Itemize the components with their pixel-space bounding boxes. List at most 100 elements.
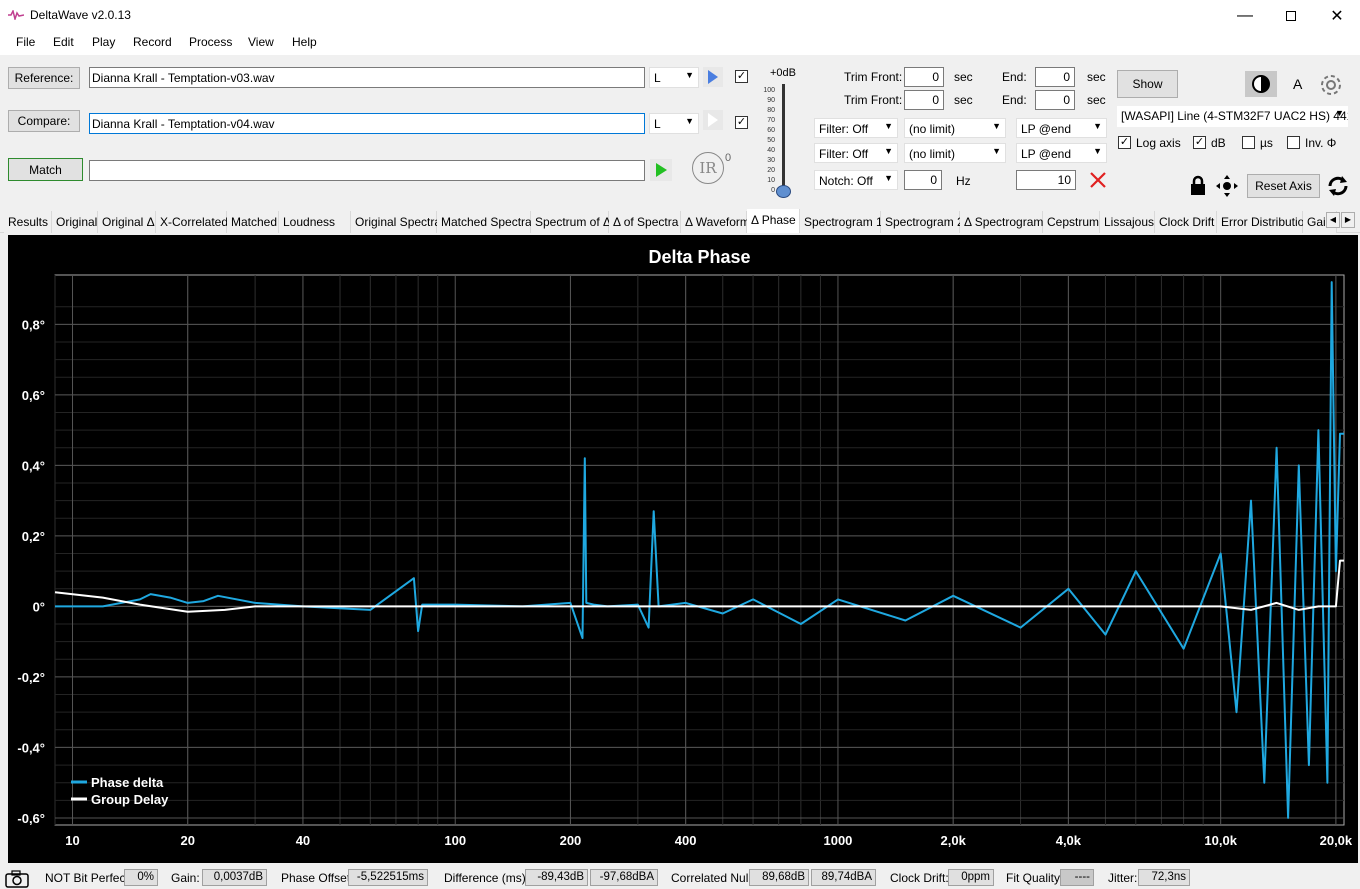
- notch-frequency-input[interactable]: 0: [904, 170, 942, 190]
- correlated-null-db-value: 89,68dB: [749, 869, 809, 886]
- clear-filters-icon[interactable]: [1088, 170, 1108, 190]
- tab-item[interactable]: Matched Spectra: [437, 211, 532, 233]
- show-button[interactable]: Show: [1117, 70, 1178, 98]
- tab-item[interactable]: Original Δ: [98, 211, 156, 233]
- tab-item[interactable]: Δ Waveform: [681, 211, 750, 233]
- reset-axis-button[interactable]: Reset Axis: [1247, 174, 1320, 198]
- tab-item[interactable]: Matched: [227, 211, 279, 233]
- chevron-down-icon: ▼: [1093, 146, 1102, 156]
- plot-area[interactable]: 10 20 40 100 200 400 1000 2,0k 4,0k 10,0k 20,0k 0,8…: [8, 235, 1358, 863]
- tab-item[interactable]: Clock Drift: [1155, 211, 1217, 233]
- menu-file[interactable]: File: [16, 35, 35, 49]
- ir-button[interactable]: IR: [692, 152, 724, 184]
- log-axis-checkbox[interactable]: ✓: [1118, 136, 1131, 149]
- window-title: DeltaWave v2.0.13: [30, 8, 131, 22]
- pan-move-icon[interactable]: [1214, 173, 1240, 199]
- maximize-button[interactable]: [1268, 0, 1314, 31]
- clock-drift-label: Clock Drift:: [890, 871, 949, 885]
- compare-channel-select[interactable]: L ▼: [649, 113, 699, 134]
- tab-item[interactable]: Cepstrum: [1043, 211, 1100, 233]
- tab-item[interactable]: Loudness: [279, 211, 351, 233]
- tab-scroll-right-button[interactable]: ▶: [1341, 212, 1355, 228]
- x-tick-label: 40: [296, 833, 310, 848]
- match-button[interactable]: Match: [8, 158, 83, 181]
- fit-quality-label: Fit Quality:: [1006, 871, 1064, 885]
- play-icon: [708, 113, 718, 127]
- menu-view[interactable]: View: [248, 35, 274, 49]
- gear-icon[interactable]: [1318, 72, 1344, 98]
- log-axis-label: Log axis: [1136, 136, 1181, 150]
- x-tick-label: 1000: [823, 833, 852, 848]
- reference-file-input[interactable]: Dianna Krall - Temptation-v03.wav: [89, 67, 645, 88]
- refresh-icon[interactable]: [1325, 173, 1351, 199]
- tab-scroll-left-button[interactable]: ◀: [1326, 212, 1340, 228]
- clock-drift-value: 0ppm: [948, 869, 994, 886]
- compare-button[interactable]: Compare:: [8, 110, 80, 132]
- tab-item[interactable]: Spectrogram 2: [881, 211, 964, 233]
- phase-offset-label: Phase Offset:: [281, 871, 354, 885]
- theme-toggle-button[interactable]: [1245, 71, 1277, 97]
- inv-phase-checkbox[interactable]: [1287, 136, 1300, 149]
- volume-slider-track[interactable]: [782, 84, 785, 194]
- menu-help[interactable]: Help: [292, 35, 317, 49]
- filter1-select[interactable]: Filter: Off ▼: [814, 118, 898, 138]
- reference-play-button[interactable]: [703, 67, 723, 87]
- tab-item[interactable]: Lissajous: [1100, 211, 1155, 233]
- close-button[interactable]: ✕: [1314, 0, 1360, 31]
- tab-item[interactable]: X-Correlated: [156, 211, 228, 233]
- trim-end-ref-input[interactable]: 0: [1035, 67, 1075, 87]
- reference-channel-select[interactable]: L ▼: [649, 67, 699, 88]
- fit-quality-value: ----: [1060, 869, 1094, 886]
- tab-item[interactable]: Error Distribution: [1217, 211, 1311, 233]
- tab-item[interactable]: Original Spectra: [351, 211, 441, 233]
- delta-phase-chart[interactable]: 10 20 40 100 200 400 1000 2,0k 4,0k 10,0k 20,0k 0,8…: [8, 235, 1358, 863]
- tab-item[interactable]: Δ Spectrogram: [960, 211, 1043, 233]
- tab-item[interactable]: Spectrogram 1: [800, 211, 883, 233]
- lock-icon[interactable]: [1188, 175, 1208, 197]
- compare-file-input[interactable]: Dianna Krall - Temptation-v04.wav: [89, 113, 645, 134]
- tab-item[interactable]: Results: [4, 211, 52, 233]
- volume-ticks: 100 90 80 70 60 50 40 30 20 10 0: [761, 86, 775, 196]
- chevron-down-icon: ▼: [884, 121, 893, 131]
- q-input[interactable]: 10: [1016, 170, 1076, 190]
- y-tick-label: 0,2°: [22, 529, 45, 544]
- trim-end-label-ref: End:: [1002, 70, 1027, 84]
- limit2-select[interactable]: (no limit) ▼: [904, 143, 1006, 163]
- phase-offset-value: -5,522515ms: [348, 869, 428, 886]
- trim-end-cmp-input[interactable]: 0: [1035, 90, 1075, 110]
- font-size-button[interactable]: A: [1293, 76, 1302, 92]
- camera-icon[interactable]: [4, 868, 30, 888]
- limit1-select[interactable]: (no limit) ▼: [904, 118, 1006, 138]
- device-select[interactable]: [WASAPI] Line (4-STM32F7 UAC2 HS) 441 ▼: [1117, 106, 1348, 127]
- notch-select[interactable]: Notch: Off ▼: [814, 170, 898, 190]
- us-checkbox[interactable]: [1242, 136, 1255, 149]
- inv-phase-label: Inv. Φ: [1305, 136, 1337, 150]
- menu-process[interactable]: Process: [189, 35, 232, 49]
- trim-front-label-cmp: Trim Front:: [844, 93, 903, 107]
- bit-perfect-value: 0%: [124, 869, 158, 886]
- tab-item[interactable]: Δ of Spectra: [609, 211, 681, 233]
- title-bar: DeltaWave v2.0.13 — ✕: [0, 0, 1360, 31]
- reference-button[interactable]: Reference:: [8, 67, 80, 89]
- tab-item[interactable]: Original: [52, 211, 98, 233]
- trim-front-cmp-input[interactable]: 0: [904, 90, 944, 110]
- db-checkbox[interactable]: ✓: [1193, 136, 1206, 149]
- menu-record[interactable]: Record: [133, 35, 172, 49]
- minimize-button[interactable]: —: [1222, 0, 1268, 31]
- lp2-select[interactable]: LP @end ▼: [1016, 143, 1107, 163]
- volume-slider-handle[interactable]: [776, 185, 791, 198]
- tab-item[interactable]: Δ Phase: [747, 209, 800, 233]
- menu-edit[interactable]: Edit: [53, 35, 74, 49]
- tab-item[interactable]: Spectrum of Δ: [531, 211, 611, 233]
- filter2-select[interactable]: Filter: Off ▼: [814, 143, 898, 163]
- compare-play-button[interactable]: [703, 110, 723, 130]
- reference-checkbox[interactable]: ✓: [735, 70, 748, 83]
- compare-checkbox[interactable]: ✓: [735, 116, 748, 129]
- ir-label: IR: [699, 159, 717, 177]
- menu-play[interactable]: Play: [92, 35, 115, 49]
- match-play-button[interactable]: [650, 159, 672, 181]
- trim-front-ref-input[interactable]: 0: [904, 67, 944, 87]
- lp1-select[interactable]: LP @end ▼: [1016, 118, 1107, 138]
- chevron-down-icon: ▼: [992, 121, 1001, 131]
- chart-title: Delta Phase: [648, 247, 750, 267]
